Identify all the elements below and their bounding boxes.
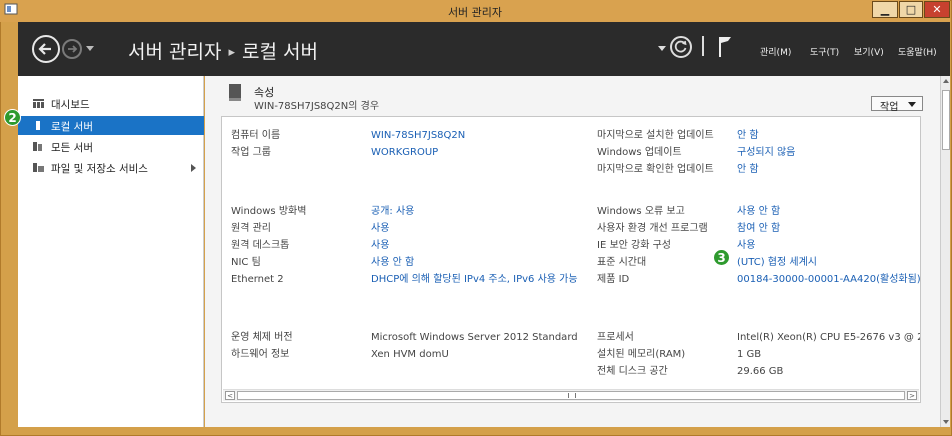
- property-key: 설치된 메모리(RAM): [597, 349, 686, 360]
- scroll-left-icon[interactable]: <: [225, 391, 235, 400]
- dashboard-icon: [33, 99, 44, 108]
- sidebar-item-dashboard[interactable]: 대시보드: [18, 94, 204, 113]
- window-title: 서버 관리자: [447, 6, 503, 19]
- refresh-glyph: [674, 40, 687, 53]
- sidebar-item-label: 파일 및 저장소 서비스: [51, 163, 148, 175]
- minimize-button[interactable]: ▁: [872, 1, 898, 18]
- server-icon: [36, 121, 40, 130]
- property-value-link[interactable]: 사용 안 함: [737, 205, 780, 218]
- scrollbar-thumb[interactable]: [942, 90, 950, 150]
- sidebar-item-local-server[interactable]: 로컬 서버: [18, 116, 204, 135]
- property-key: 마지막으로 설치한 업데이트: [597, 130, 714, 141]
- property-key: 프로세서: [597, 332, 634, 343]
- property-value-link[interactable]: 사용 안 함: [371, 256, 414, 269]
- property-value: Intel(R) Xeon(R) CPU E5-2676 v3 @ 2.40GH…: [737, 332, 920, 343]
- close-button[interactable]: ✕: [924, 1, 950, 18]
- property-key: 원격 데스크톱: [231, 240, 290, 251]
- sidebar-item-label: 대시보드: [51, 99, 90, 111]
- menu-view[interactable]: 보기(V): [854, 45, 884, 58]
- property-value-link[interactable]: 안 함: [737, 163, 759, 176]
- sidebar: 대시보드 로컬 서버 모든 서버 파일 및 저장소 서비스: [18, 76, 204, 427]
- property-key: 하드웨어 정보: [231, 349, 290, 360]
- breadcrumb-separator-icon: ▸: [228, 45, 235, 60]
- property-key: Windows 오류 보고: [597, 206, 685, 217]
- property-value-link[interactable]: WORKGROUP: [371, 146, 438, 159]
- property-value: 1 GB: [737, 349, 762, 360]
- property-value-link[interactable]: 사용: [371, 222, 389, 235]
- menu-help[interactable]: 도움말(H): [898, 45, 937, 58]
- property-key: Windows 방화벽: [231, 206, 307, 217]
- properties-subtitle: WIN-78SH7JS8Q2N의 경우: [254, 101, 380, 112]
- property-value: Microsoft Windows Server 2012 Standard: [371, 332, 578, 343]
- title-bar: 서버 관리자 ▁ □ ✕: [0, 0, 950, 22]
- property-value-link[interactable]: 안 함: [737, 129, 759, 142]
- forward-arrow-icon[interactable]: [62, 39, 82, 59]
- menu-manage[interactable]: 관리(M): [760, 45, 791, 58]
- property-key: 사용자 환경 개선 프로그램: [597, 223, 708, 234]
- scroll-up-icon[interactable]: [943, 79, 949, 83]
- property-key: 운영 체제 버전: [231, 332, 293, 343]
- property-key: 마지막으로 확인한 업데이트: [597, 164, 714, 175]
- step-badge-2: 2: [4, 109, 21, 126]
- header-bar: 서버 관리자 ▸ 로컬 서버 관리(M) 도구(T) 보기(V) 도움말(H): [18, 22, 950, 76]
- property-value: Xen HVM domU: [371, 349, 449, 360]
- back-arrow-icon[interactable]: [32, 35, 60, 63]
- breadcrumb-root[interactable]: 서버 관리자: [128, 41, 221, 63]
- property-value-link[interactable]: DHCP에 의해 할당된 IPv4 주소, IPv6 사용 가능: [371, 273, 578, 286]
- property-value-link[interactable]: 공개: 사용: [371, 205, 414, 218]
- tasks-label: 작업: [880, 102, 899, 113]
- forward-arrow-glyph: [68, 45, 78, 53]
- maximize-button[interactable]: □: [899, 1, 923, 18]
- breadcrumb-current: 로컬 서버: [241, 41, 318, 63]
- sidebar-item-all-servers[interactable]: 모든 서버: [18, 137, 204, 156]
- notifications-flag-icon[interactable]: [718, 36, 732, 58]
- property-key: Ethernet 2: [231, 274, 284, 285]
- storage-icon: [33, 163, 44, 172]
- horizontal-scrollbar[interactable]: < >: [223, 389, 919, 401]
- property-value-link[interactable]: 00184-30000-00001-AA420(활성화됨): [737, 273, 920, 286]
- menu-tools[interactable]: 도구(T): [810, 45, 839, 58]
- property-value-link[interactable]: 사용: [737, 239, 755, 252]
- property-key: 전체 디스크 공간: [597, 366, 668, 377]
- properties-panel: < > 컴퓨터 이름 WIN-78SH7JS8Q2N 작업 그룹 WORKGROUP W…: [221, 116, 921, 403]
- scroll-grip-icon: [568, 393, 576, 398]
- refresh-icon[interactable]: [670, 36, 692, 58]
- tasks-dropdown-button[interactable]: 작업: [871, 96, 923, 113]
- expand-arrow-icon[interactable]: [191, 164, 196, 172]
- scroll-down-icon[interactable]: [943, 420, 949, 424]
- back-arrow-glyph: [38, 43, 51, 55]
- chevron-down-icon: [908, 102, 916, 107]
- step-badge-3: 3: [713, 249, 730, 266]
- property-value-link[interactable]: 참여 안 함: [737, 222, 780, 235]
- sidebar-item-label: 로컬 서버: [51, 121, 93, 133]
- vertical-scrollbar[interactable]: [940, 76, 950, 427]
- sidebar-item-file-storage[interactable]: 파일 및 저장소 서비스: [18, 158, 204, 177]
- property-value-link[interactable]: WIN-78SH7JS8Q2N: [371, 129, 465, 142]
- scrollbar-thumb[interactable]: [237, 391, 905, 400]
- header-divider: [702, 36, 704, 56]
- property-key: 원격 관리: [231, 223, 271, 234]
- property-key: Windows 업데이트: [597, 147, 682, 158]
- property-key: 작업 그룹: [231, 147, 271, 158]
- scroll-right-icon[interactable]: >: [907, 391, 917, 400]
- property-key: 표준 시간대: [597, 257, 647, 268]
- property-value-link[interactable]: 구성되지 않음: [737, 146, 795, 159]
- property-value: 29.66 GB: [737, 366, 784, 377]
- property-value-link[interactable]: 사용: [371, 239, 389, 252]
- property-value-link[interactable]: (UTC) 협정 세계시: [737, 256, 817, 269]
- main-content: 속성 WIN-78SH7JS8Q2N의 경우 작업 < > 컴퓨터 이름 WIN-…: [205, 76, 950, 427]
- property-key: NIC 팀: [231, 257, 261, 268]
- sidebar-item-label: 모든 서버: [51, 142, 93, 154]
- server-icon: [229, 84, 241, 101]
- breadcrumb: 서버 관리자 ▸ 로컬 서버: [128, 37, 318, 64]
- property-key: 컴퓨터 이름: [231, 130, 281, 141]
- history-dropdown-icon[interactable]: [86, 46, 94, 51]
- property-key: 제품 ID: [597, 274, 630, 285]
- header-dropdown-icon[interactable]: [658, 46, 666, 51]
- property-key: IE 보안 강화 구성: [597, 240, 672, 251]
- servers-icon: [33, 142, 42, 151]
